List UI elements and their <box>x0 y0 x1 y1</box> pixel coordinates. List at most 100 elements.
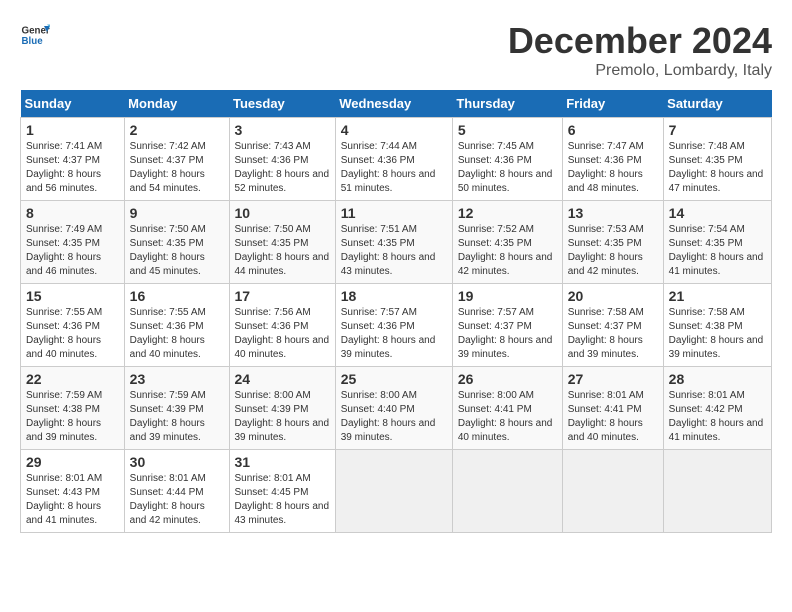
calendar-cell <box>562 450 663 533</box>
calendar-cell: 23Sunrise: 7:59 AMSunset: 4:39 PMDayligh… <box>124 367 229 450</box>
day-info: Sunrise: 8:01 AMSunset: 4:45 PMDaylight:… <box>235 473 330 526</box>
calendar-cell: 7 Sunrise: 7:48 AMSunset: 4:35 PMDaylight… <box>663 118 771 201</box>
day-number: 15 <box>26 288 119 304</box>
day-info: Sunrise: 8:01 AMSunset: 4:44 PMDaylight:… <box>130 473 206 526</box>
day-number: 31 <box>235 454 330 470</box>
day-info: Sunrise: 7:48 AMSunset: 4:35 PMDaylight:… <box>669 141 764 194</box>
calendar-cell: 17 Sunrise: 7:56 AMSunset: 4:36 PMDayligh… <box>229 284 335 367</box>
title-area: December 2024 Premolo, Lombardy, Italy <box>508 20 772 80</box>
day-number: 5 <box>458 122 557 138</box>
day-number: 30 <box>130 454 224 470</box>
day-info: Sunrise: 7:44 AMSunset: 4:36 PMDaylight:… <box>341 141 436 194</box>
day-info: Sunrise: 7:58 AMSunset: 4:37 PMDaylight:… <box>568 307 644 360</box>
day-info: Sunrise: 8:01 AMSunset: 4:43 PMDaylight:… <box>26 473 102 526</box>
day-info: Sunrise: 7:51 AMSunset: 4:35 PMDaylight:… <box>341 224 436 277</box>
calendar-cell <box>335 450 452 533</box>
header-friday: Friday <box>562 90 663 118</box>
calendar-cell <box>663 450 771 533</box>
day-info: Sunrise: 7:52 AMSunset: 4:35 PMDaylight:… <box>458 224 553 277</box>
day-info: Sunrise: 7:57 AMSunset: 4:37 PMDaylight:… <box>458 307 553 360</box>
calendar-cell <box>452 450 562 533</box>
day-info: Sunrise: 7:50 AMSunset: 4:35 PMDaylight:… <box>130 224 206 277</box>
location-title: Premolo, Lombardy, Italy <box>508 62 772 80</box>
day-number: 4 <box>341 122 447 138</box>
calendar-cell: 24 Sunrise: 8:00 AMSunset: 4:39 PMDayligh… <box>229 367 335 450</box>
calendar-row-2: 8Sunrise: 7:49 AMSunset: 4:35 PMDaylight… <box>21 201 772 284</box>
header-sunday: Sunday <box>21 90 125 118</box>
calendar-cell: 2 Sunrise: 7:42 AMSunset: 4:37 PMDaylight… <box>124 118 229 201</box>
day-number: 14 <box>669 205 766 221</box>
day-number: 23 <box>130 371 224 387</box>
day-number: 27 <box>568 371 658 387</box>
day-number: 11 <box>341 205 447 221</box>
calendar-row-1: 1 Sunrise: 7:41 AMSunset: 4:37 PMDaylight… <box>21 118 772 201</box>
day-info: Sunrise: 7:55 AMSunset: 4:36 PMDaylight:… <box>26 307 102 360</box>
day-number: 19 <box>458 288 557 304</box>
logo: General Blue <box>20 20 50 50</box>
day-info: Sunrise: 7:41 AMSunset: 4:37 PMDaylight:… <box>26 141 102 194</box>
header-thursday: Thursday <box>452 90 562 118</box>
calendar-cell: 16Sunrise: 7:55 AMSunset: 4:36 PMDayligh… <box>124 284 229 367</box>
day-info: Sunrise: 7:42 AMSunset: 4:37 PMDaylight:… <box>130 141 206 194</box>
day-number: 1 <box>26 122 119 138</box>
logo-icon: General Blue <box>20 20 50 50</box>
day-number: 10 <box>235 205 330 221</box>
calendar-cell: 13Sunrise: 7:53 AMSunset: 4:35 PMDayligh… <box>562 201 663 284</box>
day-info: Sunrise: 7:43 AMSunset: 4:36 PMDaylight:… <box>235 141 330 194</box>
day-number: 24 <box>235 371 330 387</box>
calendar-cell: 10 Sunrise: 7:50 AMSunset: 4:35 PMDayligh… <box>229 201 335 284</box>
day-info: Sunrise: 7:45 AMSunset: 4:36 PMDaylight:… <box>458 141 553 194</box>
calendar-cell: 4 Sunrise: 7:44 AMSunset: 4:36 PMDaylight… <box>335 118 452 201</box>
day-number: 2 <box>130 122 224 138</box>
page-header: General Blue December 2024 Premolo, Lomb… <box>20 20 772 80</box>
calendar-cell: 20 Sunrise: 7:58 AMSunset: 4:37 PMDayligh… <box>562 284 663 367</box>
calendar-cell: 9 Sunrise: 7:50 AMSunset: 4:35 PMDaylight… <box>124 201 229 284</box>
calendar-cell: 30 Sunrise: 8:01 AMSunset: 4:44 PMDayligh… <box>124 450 229 533</box>
day-number: 25 <box>341 371 447 387</box>
month-title: December 2024 <box>508 20 772 62</box>
day-info: Sunrise: 7:59 AMSunset: 4:38 PMDaylight:… <box>26 390 102 443</box>
header-tuesday: Tuesday <box>229 90 335 118</box>
calendar-row-4: 22Sunrise: 7:59 AMSunset: 4:38 PMDayligh… <box>21 367 772 450</box>
calendar-cell: 12 Sunrise: 7:52 AMSunset: 4:35 PMDayligh… <box>452 201 562 284</box>
calendar-header-row: Sunday Monday Tuesday Wednesday Thursday… <box>21 90 772 118</box>
calendar-cell: 15 Sunrise: 7:55 AMSunset: 4:36 PMDayligh… <box>21 284 125 367</box>
day-number: 28 <box>669 371 766 387</box>
calendar-row-3: 15 Sunrise: 7:55 AMSunset: 4:36 PMDayligh… <box>21 284 772 367</box>
day-number: 21 <box>669 288 766 304</box>
header-wednesday: Wednesday <box>335 90 452 118</box>
day-number: 12 <box>458 205 557 221</box>
calendar-cell: 14 Sunrise: 7:54 AMSunset: 4:35 PMDayligh… <box>663 201 771 284</box>
day-info: Sunrise: 7:54 AMSunset: 4:35 PMDaylight:… <box>669 224 764 277</box>
day-number: 3 <box>235 122 330 138</box>
day-info: Sunrise: 8:00 AMSunset: 4:41 PMDaylight:… <box>458 390 553 443</box>
day-info: Sunrise: 8:01 AMSunset: 4:42 PMDaylight:… <box>669 390 764 443</box>
header-saturday: Saturday <box>663 90 771 118</box>
calendar-cell: 27 Sunrise: 8:01 AMSunset: 4:41 PMDayligh… <box>562 367 663 450</box>
calendar-cell: 31 Sunrise: 8:01 AMSunset: 4:45 PMDayligh… <box>229 450 335 533</box>
day-number: 20 <box>568 288 658 304</box>
calendar-cell: 26Sunrise: 8:00 AMSunset: 4:41 PMDayligh… <box>452 367 562 450</box>
day-number: 7 <box>669 122 766 138</box>
day-info: Sunrise: 7:50 AMSunset: 4:35 PMDaylight:… <box>235 224 330 277</box>
calendar-cell: 8Sunrise: 7:49 AMSunset: 4:35 PMDaylight… <box>21 201 125 284</box>
calendar-cell: 21 Sunrise: 7:58 AMSunset: 4:38 PMDayligh… <box>663 284 771 367</box>
day-number: 6 <box>568 122 658 138</box>
calendar-cell: 25Sunrise: 8:00 AMSunset: 4:40 PMDayligh… <box>335 367 452 450</box>
calendar-cell: 6 Sunrise: 7:47 AMSunset: 4:36 PMDaylight… <box>562 118 663 201</box>
day-info: Sunrise: 7:47 AMSunset: 4:36 PMDaylight:… <box>568 141 644 194</box>
calendar-cell: 18Sunrise: 7:57 AMSunset: 4:36 PMDayligh… <box>335 284 452 367</box>
day-number: 9 <box>130 205 224 221</box>
day-info: Sunrise: 7:55 AMSunset: 4:36 PMDaylight:… <box>130 307 206 360</box>
day-info: Sunrise: 8:00 AMSunset: 4:39 PMDaylight:… <box>235 390 330 443</box>
calendar-cell: 11 Sunrise: 7:51 AMSunset: 4:35 PMDayligh… <box>335 201 452 284</box>
day-number: 18 <box>341 288 447 304</box>
calendar-cell: 5 Sunrise: 7:45 AMSunset: 4:36 PMDaylight… <box>452 118 562 201</box>
day-number: 17 <box>235 288 330 304</box>
calendar-cell: 1 Sunrise: 7:41 AMSunset: 4:37 PMDaylight… <box>21 118 125 201</box>
day-number: 29 <box>26 454 119 470</box>
day-number: 13 <box>568 205 658 221</box>
day-info: Sunrise: 8:01 AMSunset: 4:41 PMDaylight:… <box>568 390 644 443</box>
day-info: Sunrise: 7:58 AMSunset: 4:38 PMDaylight:… <box>669 307 764 360</box>
day-info: Sunrise: 7:56 AMSunset: 4:36 PMDaylight:… <box>235 307 330 360</box>
